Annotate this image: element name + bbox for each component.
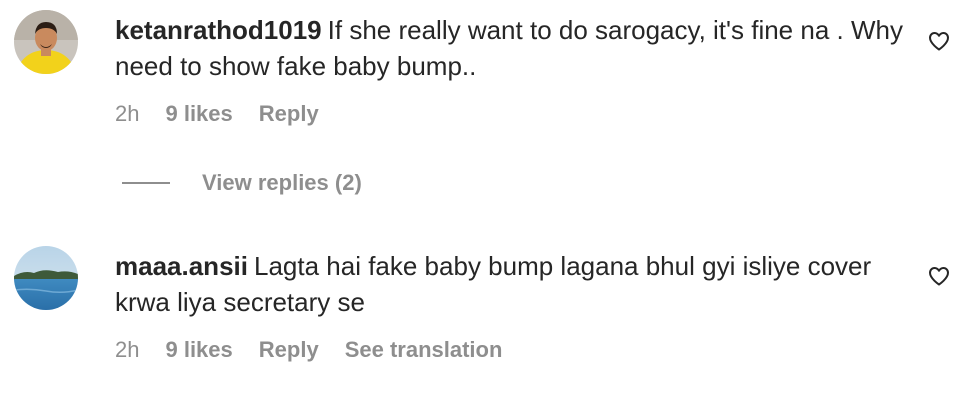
comment-likes-count[interactable]: 9 likes — [165, 337, 232, 363]
comment-meta: 2h 9 likes Reply — [115, 101, 319, 127]
like-button[interactable] — [927, 264, 951, 288]
replies-divider-line — [122, 182, 170, 184]
avatar-image — [14, 246, 78, 310]
see-translation-button[interactable]: See translation — [345, 337, 503, 363]
heart-outline-icon — [929, 32, 949, 51]
avatar-image — [14, 10, 78, 74]
avatar[interactable] — [14, 246, 78, 310]
view-replies-button[interactable]: View replies (2) — [122, 170, 362, 196]
comment-meta: 2h 9 likes Reply See translation — [115, 337, 502, 363]
comment-likes-count[interactable]: 9 likes — [165, 101, 232, 127]
reply-button[interactable]: Reply — [259, 337, 319, 363]
comment-timestamp[interactable]: 2h — [115, 337, 139, 363]
heart-outline-icon — [929, 267, 949, 286]
comment-username[interactable]: maaa.ansii — [115, 251, 248, 281]
like-button[interactable] — [927, 29, 951, 53]
reply-button[interactable]: Reply — [259, 101, 319, 127]
comment-timestamp[interactable]: 2h — [115, 101, 139, 127]
comment-text-block: ketanrathod1019 If she really want to do … — [115, 12, 905, 84]
comment-username[interactable]: ketanrathod1019 — [115, 15, 322, 45]
avatar[interactable] — [14, 10, 78, 74]
view-replies-label: View replies (2) — [202, 170, 362, 195]
comment-text-block: maaa.ansii Lagta hai fake baby bump lagan… — [115, 248, 905, 320]
